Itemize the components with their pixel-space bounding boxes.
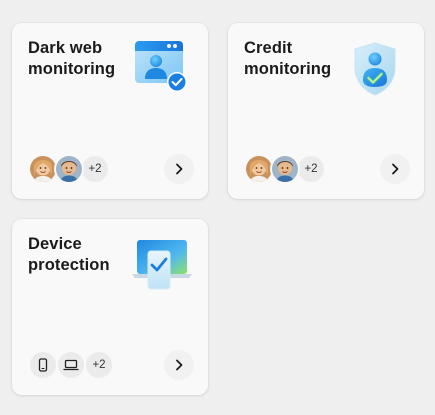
phone-icon	[28, 350, 58, 380]
dark-web-monitoring-icon	[132, 38, 190, 96]
monitored-people: +2	[244, 153, 326, 185]
more-count-badge: +2	[296, 154, 326, 184]
more-count-badge: +2	[80, 154, 110, 184]
credit-monitoring-card[interactable]: Credit monitoring +2	[228, 23, 424, 199]
card-title: Dark web monitoring	[28, 39, 116, 78]
laptop-icon	[56, 350, 86, 380]
dark-web-monitoring-card[interactable]: Dark web monitoring +2	[12, 23, 208, 199]
open-device-protection-button[interactable]	[164, 350, 194, 380]
monitored-people: +2	[28, 153, 110, 185]
device-protection-card[interactable]: Device protection +2	[12, 219, 208, 395]
more-count-badge: +2	[84, 350, 114, 380]
person-avatar	[54, 154, 84, 184]
credit-shield-icon	[350, 40, 400, 98]
card-title: Device protection	[28, 235, 110, 274]
open-dark-web-monitoring-button[interactable]	[164, 154, 194, 184]
laptop-check-icon	[131, 237, 193, 293]
card-title: Credit monitoring	[244, 39, 332, 78]
chevron-right-icon	[392, 163, 399, 175]
person-avatar	[270, 154, 300, 184]
chevron-right-icon	[176, 359, 183, 371]
chevron-right-icon	[176, 163, 183, 175]
protected-devices: +2	[28, 349, 114, 381]
open-credit-monitoring-button[interactable]	[380, 154, 410, 184]
